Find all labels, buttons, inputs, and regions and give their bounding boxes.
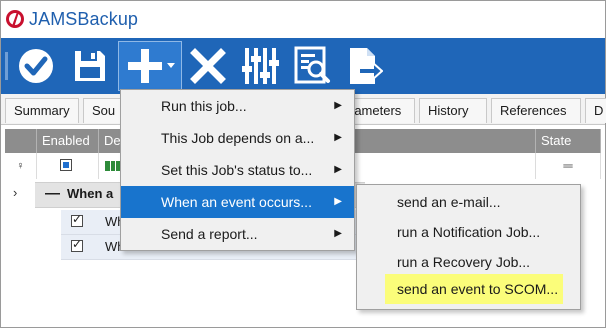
save-icon [75,51,105,81]
submenu-item-send-scom-event[interactable]: send an event to SCOM... [385,274,563,304]
checkmark-icon [19,49,53,83]
menu-item-label: Set this Job's status to... [161,162,313,178]
properties-button[interactable] [237,42,283,90]
menu-item-label: When an event occurs... [161,194,312,210]
group-label: When a [67,186,114,201]
report-icon [294,46,330,84]
window-title: JAMSBackup [29,9,139,29]
state-cell: ═ [535,153,601,179]
submenu-arrow-icon: ▶ [334,228,342,239]
submenu-arrow-icon: ▶ [334,100,342,111]
item-checkbox[interactable] [71,237,83,252]
app-window: JAMSBackup Summary Sou rameters History … [0,0,606,328]
header-pin [5,129,37,153]
enabled-cell [37,153,99,179]
tab-overflow[interactable]: D [585,98,606,123]
menu-item-when-event-occurs[interactable]: When an event occurs... ▶ [121,186,354,218]
submenu-arrow-icon: ▶ [334,164,342,175]
jams-logo-icon [6,10,24,28]
event-submenu: send an e-mail... run a Notification Job… [356,184,581,310]
enabled-checkbox[interactable] [60,159,72,171]
menu-item-label: Run this job... [161,98,247,114]
menu-item-run-this-job[interactable]: Run this job... ▶ [121,90,354,122]
header-state[interactable]: State [535,129,601,153]
delete-icon [190,48,226,84]
collapse-icon[interactable]: — [45,185,60,202]
pin-icon: ♀ [5,153,37,179]
tab-references[interactable]: References [491,98,581,123]
approve-button[interactable] [13,42,59,90]
item-checkbox[interactable] [71,212,83,227]
menu-item-label: This Job depends on a... [161,130,315,146]
tab-source[interactable]: Sou [83,98,123,123]
tab-summary[interactable]: Summary [5,98,79,123]
tab-history[interactable]: History [419,98,487,123]
add-icon [128,49,162,83]
toolbar-grip[interactable] [5,52,8,80]
toolbar [1,38,605,94]
save-button[interactable] [67,42,113,90]
properties-sliders-icon [242,48,279,84]
expand-chevron-icon[interactable]: › [13,185,17,200]
menu-item-send-report[interactable]: Send a report... ▶ [121,218,354,250]
add-button[interactable] [118,41,182,91]
export-button[interactable] [341,42,387,90]
submenu-arrow-icon: ▶ [334,132,342,143]
context-menu: Run this job... ▶ This Job depends on a.… [120,89,355,251]
chevron-down-icon [167,63,175,68]
report-button[interactable] [289,42,335,90]
trigger-icon [105,161,120,171]
menu-item-job-depends-on[interactable]: This Job depends on a... ▶ [121,122,354,154]
submenu-arrow-icon: ▶ [334,196,342,207]
submenu-item-send-email[interactable]: send an e-mail... [357,187,580,217]
export-icon [350,48,383,84]
menu-item-label: Send a report... [161,226,258,242]
title-bar: JAMSBackup [1,1,605,37]
header-enabled[interactable]: Enabled [37,129,99,153]
menu-item-set-status[interactable]: Set this Job's status to... ▶ [121,154,354,186]
delete-button[interactable] [185,42,231,90]
submenu-item-recovery-job[interactable]: run a Recovery Job... [357,247,580,277]
submenu-item-notification-job[interactable]: run a Notification Job... [357,217,580,247]
